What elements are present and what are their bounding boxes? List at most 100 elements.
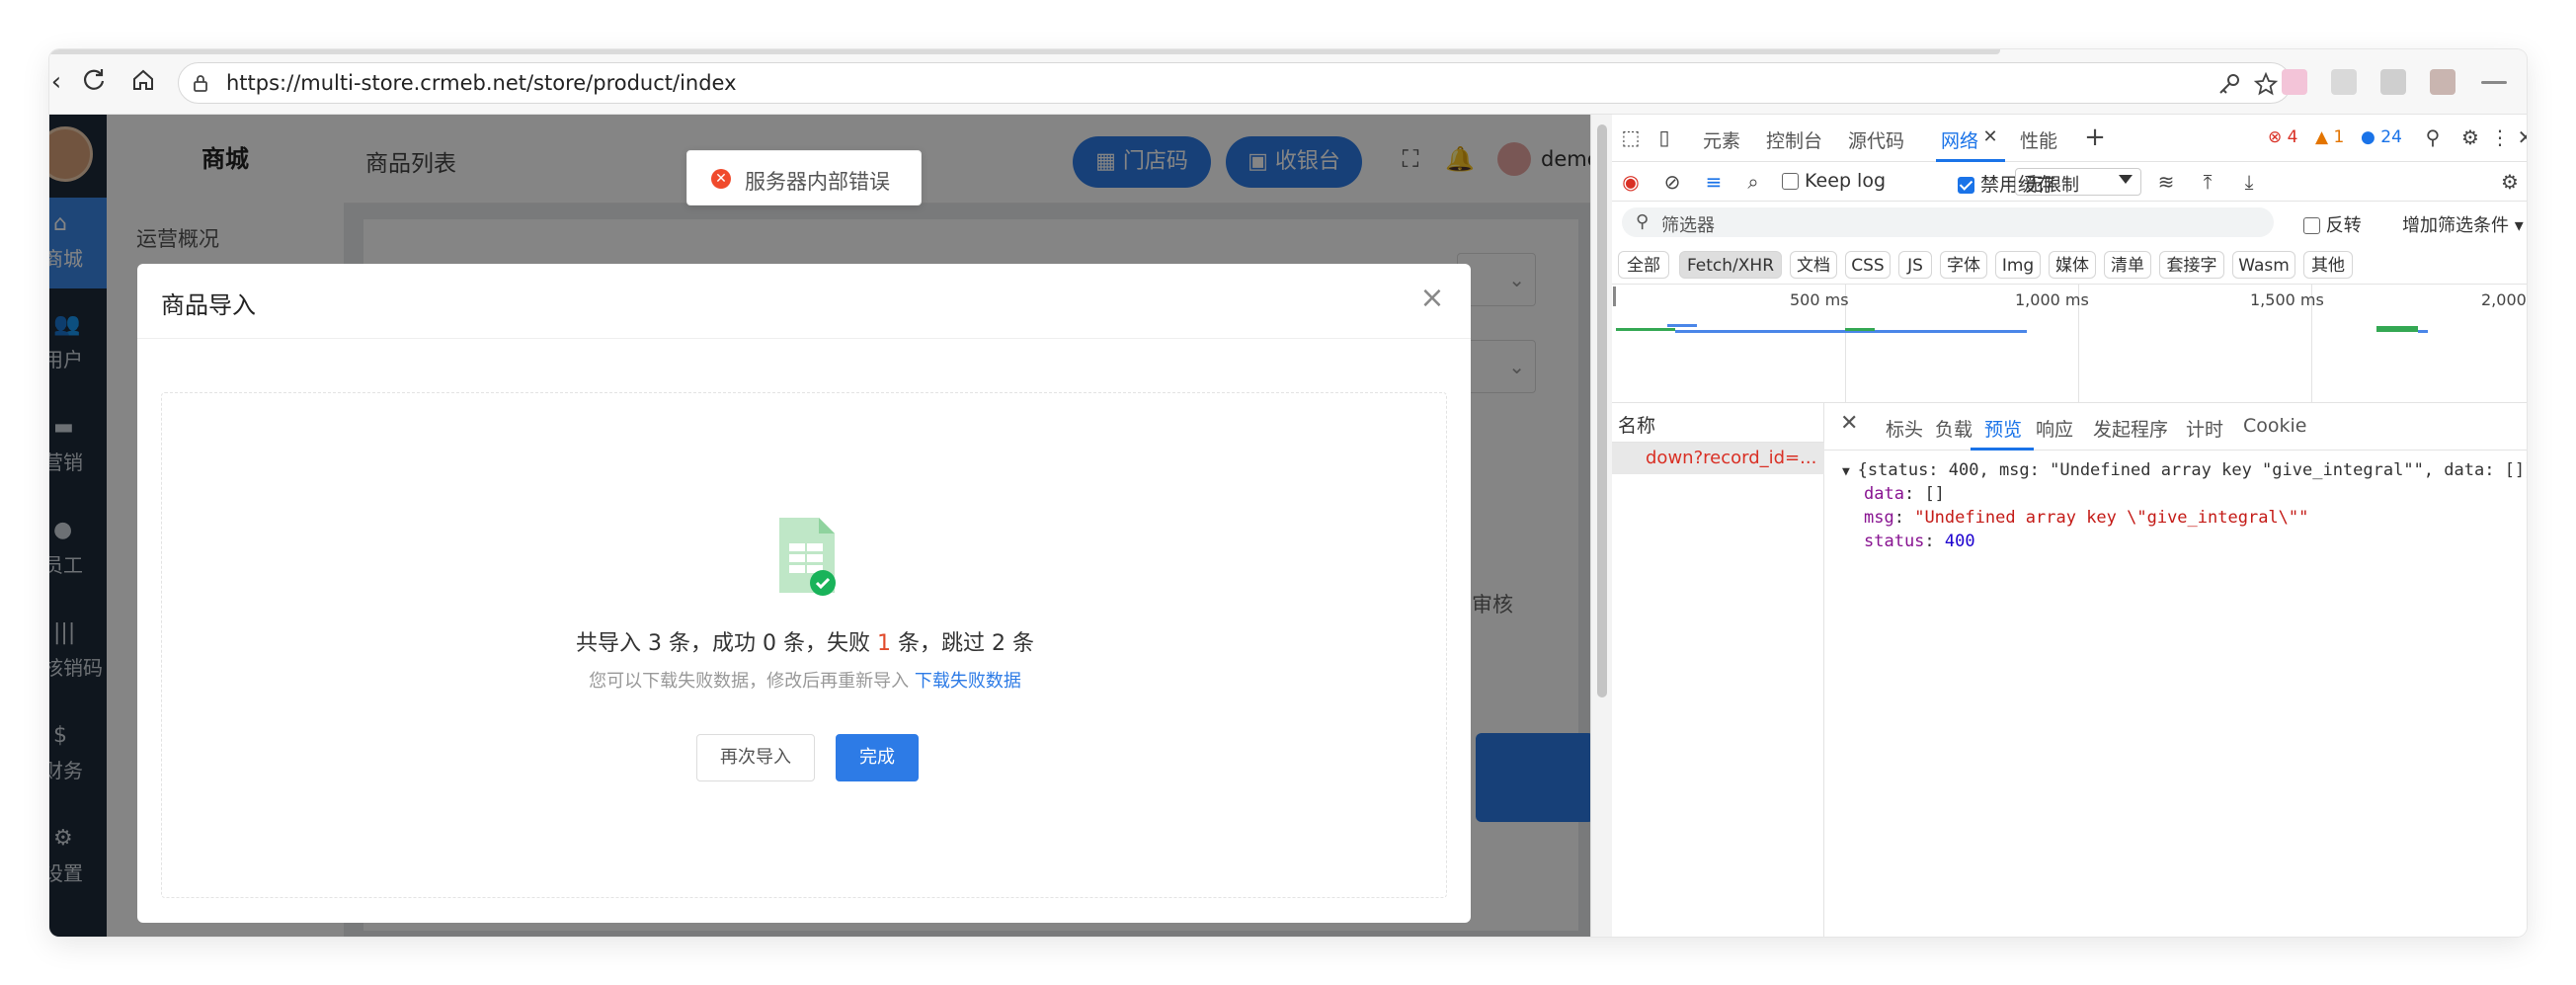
invert-option[interactable]: 反转: [2303, 211, 2362, 237]
extension-icon[interactable]: [2331, 69, 2357, 95]
message-count[interactable]: ● 24: [2361, 127, 2402, 147]
add-tab-icon[interactable]: +: [2082, 124, 2108, 150]
warning-count-value: 1: [2333, 127, 2345, 147]
timeline-bar: [1616, 328, 1675, 331]
address-bar[interactable]: https://multi-store.crmeb.net/store/prod…: [178, 62, 2292, 104]
tab-console[interactable]: 控制台: [1766, 126, 1822, 153]
url-text: https://multi-store.crmeb.net/store/prod…: [226, 71, 737, 95]
tab-performance[interactable]: 性能: [2020, 126, 2057, 153]
error-count[interactable]: ⊗ 4: [2268, 127, 2297, 147]
type-filter-chip[interactable]: CSS: [1845, 251, 1891, 279]
close-detail-icon[interactable]: ✕: [1840, 411, 1858, 436]
browser-window: ‹ https://multi-store.crmeb.net/store/pr…: [49, 49, 2527, 937]
keep-log-option[interactable]: Keep log: [1782, 170, 1886, 192]
detail-tab-payload[interactable]: 负载: [1935, 415, 1972, 442]
tab-sources[interactable]: 源代码: [1848, 126, 1904, 153]
name-column-header[interactable]: 名称: [1612, 403, 1824, 443]
request-row[interactable]: down?record_id=...: [1612, 443, 1824, 474]
preview-msg-row[interactable]: msg: "Undefined array key \"give_integra…: [1864, 508, 2308, 528]
network-conditions-icon[interactable]: ≋: [2153, 169, 2179, 195]
dialog-header: 商品导入 ×: [137, 264, 1471, 339]
devtools-splitter[interactable]: [1590, 115, 1612, 937]
minimize-icon[interactable]: [2481, 81, 2507, 84]
invert-checkbox[interactable]: [2303, 217, 2320, 234]
upload-icon[interactable]: ⤒: [2195, 169, 2220, 195]
clear-icon[interactable]: ⊘: [1659, 169, 1685, 195]
detail-tab-timing[interactable]: 计时: [2186, 415, 2223, 442]
issues-icon[interactable]: ⚲: [2420, 124, 2446, 150]
detail-tab-response[interactable]: 响应: [2036, 415, 2073, 442]
back-icon[interactable]: ‹: [49, 67, 71, 97]
keep-log-checkbox[interactable]: [1782, 173, 1799, 190]
active-detail-tab-indicator: [1971, 448, 2034, 451]
profile-avatar[interactable]: [2430, 69, 2455, 95]
detail-tab-headers[interactable]: 标头: [1886, 415, 1923, 442]
detail-tab-preview[interactable]: 预览: [1984, 415, 2022, 442]
extension-icon[interactable]: [2282, 69, 2307, 95]
download-icon[interactable]: ⤓: [2236, 169, 2262, 195]
key-icon[interactable]: [2216, 71, 2242, 97]
star-icon[interactable]: [2253, 71, 2279, 97]
tab-network[interactable]: 网络: [1941, 126, 1978, 153]
timeline-bar: [2376, 326, 2418, 332]
download-failed-link[interactable]: 下载失败数据: [915, 671, 1021, 692]
extension-icon[interactable]: [2380, 69, 2406, 95]
error-icon: ✕: [711, 169, 731, 189]
type-filter-chip[interactable]: 清单: [2104, 251, 2151, 279]
expand-triangle-icon: ▼: [1842, 464, 1858, 479]
type-filter-chip[interactable]: 全部: [1618, 251, 1669, 279]
filter-funnel-icon: ⚲: [1636, 211, 1650, 232]
more-icon[interactable]: ⋮: [2487, 124, 2513, 150]
search-icon[interactable]: ⌕: [1740, 169, 1766, 195]
preview-root[interactable]: ▼ {status: 400, msg: "Undefined array ke…: [1842, 460, 2527, 480]
timeline-bar: [2418, 330, 2428, 333]
type-filter-chip[interactable]: Img: [1995, 251, 2041, 279]
type-filter-chip[interactable]: 其他: [2303, 251, 2353, 279]
filter-icon[interactable]: ≡: [1701, 169, 1727, 195]
network-settings-icon[interactable]: ⚙: [2497, 169, 2523, 195]
screenshot: ‹ https://multi-store.crmeb.net/store/pr…: [0, 0, 2576, 985]
type-filter-chip[interactable]: Fetch/XHR: [1679, 251, 1782, 279]
filter-input[interactable]: ⚲ 筛选器: [1622, 207, 2274, 237]
inspect-icon[interactable]: ⬚: [1618, 124, 1644, 150]
summary-text: 条，失败: [776, 631, 877, 656]
type-filter-row: 全部 Fetch/XHR 文档 CSS JS 字体 Img 媒体 清单 套接字 …: [1612, 245, 2527, 285]
timeline-cursor: [1613, 287, 1616, 306]
network-toolbar: ◉ ⊘ ≡ ⌕ Keep log 禁用缓存 无限制 ≋ ⤒ ⤓ ⚙: [1612, 162, 2527, 202]
done-button[interactable]: 完成: [836, 734, 919, 781]
more-filters-dropdown[interactable]: 增加筛选条件 ▾: [2402, 211, 2524, 237]
preview-status-row[interactable]: status: 400: [1864, 532, 1975, 551]
tip-text: 您可以下载失败数据，修改后再重新导入: [589, 671, 915, 692]
warning-count[interactable]: ▲ 1: [2315, 127, 2344, 147]
detail-tab-cookie[interactable]: Cookie: [2243, 415, 2307, 437]
type-filter-chip[interactable]: JS: [1898, 251, 1932, 279]
type-filter-chip[interactable]: 字体: [1940, 251, 1987, 279]
filter-row: ⚲ 筛选器 反转 增加筛选条件 ▾: [1612, 202, 2527, 245]
network-timeline[interactable]: 500 ms 1,000 ms 1,500 ms 2,000 ms: [1612, 285, 2527, 403]
device-toggle-icon[interactable]: ▯: [1651, 124, 1677, 150]
detail-tab-initiator[interactable]: 发起程序: [2093, 415, 2168, 442]
record-icon[interactable]: ◉: [1618, 169, 1644, 195]
reimport-button[interactable]: 再次导入: [696, 734, 815, 781]
close-icon[interactable]: ×: [1417, 284, 1447, 313]
close-devtools-icon[interactable]: ✕: [2513, 124, 2527, 150]
tab-elements[interactable]: 元素: [1703, 126, 1740, 153]
filter-placeholder: 筛选器: [1661, 215, 1715, 236]
devtools-tabbar: ⬚ ▯ 元素 控制台 源代码 网络 ✕ 性能 + ⊗ 4 ▲ 1 ● 24 ⚲ …: [1612, 115, 2527, 162]
scrollbar[interactable]: [1597, 124, 1607, 698]
type-filter-chip[interactable]: 套接字: [2159, 251, 2224, 279]
type-filter-chip[interactable]: 文档: [1790, 251, 1837, 279]
type-filter-chip[interactable]: 媒体: [2049, 251, 2096, 279]
chevron-down-icon: [2119, 175, 2133, 184]
type-filter-chip[interactable]: Wasm: [2232, 251, 2295, 279]
throttle-select[interactable]: 无限制: [2015, 168, 2141, 196]
keep-log-label: Keep log: [1805, 170, 1887, 192]
home-icon[interactable]: [128, 67, 158, 97]
timeline-label: 500 ms: [1790, 290, 1849, 309]
preview-data-row[interactable]: data: []: [1864, 484, 1945, 504]
disable-cache-checkbox[interactable]: [1958, 177, 1974, 194]
preview-key: data: [1864, 484, 1904, 504]
reload-icon[interactable]: [79, 67, 109, 97]
close-tab-icon[interactable]: ✕: [1977, 124, 2003, 150]
settings-icon[interactable]: ⚙: [2457, 124, 2483, 150]
